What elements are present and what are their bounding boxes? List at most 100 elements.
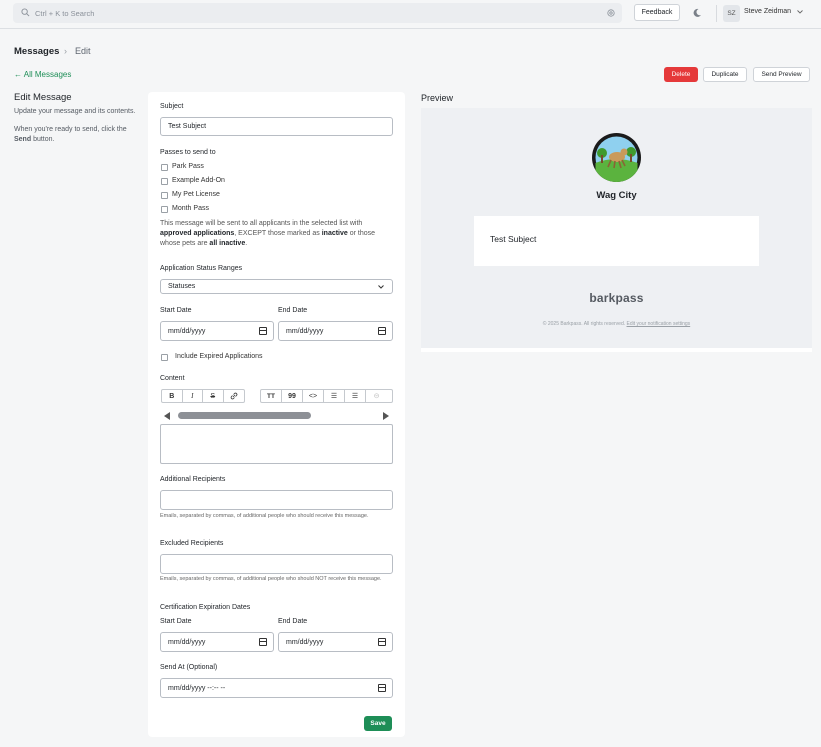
bold-button[interactable]: B	[162, 390, 183, 402]
more-button[interactable]: ⊝	[366, 390, 387, 402]
content-label: Content	[160, 375, 185, 382]
subject-input[interactable]: Test Subject	[160, 117, 393, 136]
chevron-down-icon	[378, 285, 384, 289]
delete-button[interactable]: Delete	[664, 67, 698, 82]
additional-recipients-label: Additional Recipients	[160, 476, 226, 483]
search-placeholder: Ctrl + K to Search	[35, 9, 95, 18]
cert-end-date-label: End Date	[278, 618, 308, 625]
cert-end-date-input[interactable]: mm/dd/yyyy	[278, 632, 393, 652]
description-text: button.	[31, 136, 55, 143]
heading-button[interactable]: TT	[261, 390, 282, 402]
scrollbar-thumb[interactable]	[178, 412, 311, 419]
italic-button[interactable]: I	[183, 390, 203, 402]
org-logo	[592, 133, 641, 182]
pass-label: Month Pass	[172, 205, 209, 212]
bullet-list-button[interactable]: ☰	[324, 390, 345, 402]
dog-park-icon	[592, 133, 641, 182]
save-button[interactable]: Save	[364, 716, 392, 731]
pass-checkbox[interactable]	[161, 192, 168, 199]
section-title: Edit Message	[14, 92, 72, 103]
scroll-left-icon[interactable]	[164, 412, 171, 420]
additional-recipients-help: Emails, separated by commas, of addition…	[160, 513, 369, 519]
status-value: Statuses	[168, 283, 196, 290]
start-date-input[interactable]: mm/dd/yyyy	[160, 321, 274, 341]
calendar-icon[interactable]	[259, 638, 267, 646]
send-at-label: Send At (Optional)	[160, 664, 218, 671]
brand-logo: barkpass	[589, 291, 644, 305]
date-placeholder: mm/dd/yyyy	[286, 638, 324, 646]
user-name[interactable]: Steve Zeidman	[744, 8, 791, 15]
description-line-1: Update your message and its contents.	[14, 108, 136, 115]
send-preview-button[interactable]: Send Preview	[753, 67, 810, 82]
status-label: Application Status Ranges	[160, 265, 243, 272]
content-editor[interactable]	[160, 424, 393, 464]
datetime-placeholder: mm/dd/yyyy --:-- --	[168, 684, 226, 692]
description-text: When you're ready to send, click the	[14, 126, 127, 133]
moon-icon[interactable]	[692, 8, 702, 18]
divider	[716, 5, 717, 22]
additional-recipients-input[interactable]	[160, 490, 393, 510]
command-icon	[607, 9, 615, 17]
breadcrumb-messages[interactable]: Messages	[14, 46, 59, 57]
note-bold: inactive	[321, 230, 348, 237]
cert-start-date-input[interactable]: mm/dd/yyyy	[160, 632, 274, 652]
top-bar: Ctrl + K to Search Feedback SZ Steve Zei…	[0, 0, 821, 29]
link-icon	[230, 392, 238, 400]
note-bold: all inactive	[209, 240, 246, 247]
link-button[interactable]	[224, 390, 244, 402]
calendar-icon[interactable]	[378, 684, 386, 692]
excluded-recipients-input[interactable]	[160, 554, 393, 574]
preview-title: Preview	[421, 93, 454, 103]
duplicate-button[interactable]: Duplicate	[703, 67, 747, 82]
breadcrumb-separator: ›	[64, 46, 67, 56]
chevron-down-icon[interactable]	[797, 10, 803, 14]
search-icon	[21, 8, 30, 17]
section-description: Update your message and its contents. Wh…	[14, 107, 139, 145]
block-toolbar-group: TT 99 <> ☰ ☰ ⊝	[260, 389, 393, 403]
note-bold: approved applications	[160, 230, 235, 237]
all-messages-link[interactable]: ← All Messages	[14, 70, 71, 79]
start-date-label: Start Date	[160, 307, 192, 314]
status-select[interactable]: Statuses	[160, 279, 393, 294]
certification-label: Certification Expiration Dates	[160, 604, 251, 611]
excluded-recipients-help: Emails, separated by commas, of addition…	[160, 576, 382, 582]
format-toolbar-group: B I S	[161, 389, 245, 403]
pass-checkbox[interactable]	[161, 178, 168, 185]
date-placeholder: mm/dd/yyyy	[168, 638, 206, 646]
calendar-icon[interactable]	[378, 638, 386, 646]
breadcrumb-edit: Edit	[75, 46, 91, 56]
date-placeholder: mm/dd/yyyy	[286, 327, 324, 335]
include-expired-label: Include Expired Applications	[175, 353, 263, 360]
org-name: Wag City	[596, 190, 637, 201]
quote-button[interactable]: 99	[282, 390, 303, 402]
preview-footer: © 2025 Barkpass. All rights reserved. Ed…	[421, 321, 812, 327]
calendar-icon[interactable]	[378, 327, 386, 335]
description-line-2: When you're ready to send, click the Sen…	[14, 125, 139, 145]
passes-label: Passes to send to	[160, 149, 216, 156]
note-text: .	[245, 240, 248, 247]
send-at-input[interactable]: mm/dd/yyyy --:-- --	[160, 678, 393, 698]
note-text: , EXCEPT those marked as	[234, 230, 322, 237]
pass-checkbox[interactable]	[161, 206, 168, 213]
notification-settings-link[interactable]: Edit your notification settings	[627, 321, 691, 327]
search-input[interactable]: Ctrl + K to Search	[13, 3, 622, 23]
scroll-right-icon[interactable]	[382, 412, 389, 420]
calendar-icon[interactable]	[259, 327, 267, 335]
send-rules-note: This message will be sent to all applica…	[160, 219, 392, 249]
footer-text: © 2025 Barkpass. All rights reserved.	[542, 321, 627, 327]
pass-label: My Pet License	[172, 191, 220, 198]
numbered-list-button[interactable]: ☰	[345, 390, 366, 402]
cert-start-date-label: Start Date	[160, 618, 192, 625]
description-bold: Send	[14, 136, 32, 143]
end-date-input[interactable]: mm/dd/yyyy	[278, 321, 393, 341]
preview-subject: Test Subject	[490, 234, 537, 244]
pass-label: Example Add-On	[172, 177, 225, 184]
subject-label: Subject	[160, 103, 184, 110]
avatar[interactable]: SZ	[723, 5, 740, 22]
note-text: This message will be sent to all applica…	[160, 220, 363, 227]
feedback-button[interactable]: Feedback	[634, 4, 680, 21]
strikethrough-button[interactable]: S	[203, 390, 224, 402]
pass-checkbox[interactable]	[161, 164, 168, 171]
code-button[interactable]: <>	[303, 390, 324, 402]
include-expired-checkbox[interactable]	[161, 354, 168, 361]
